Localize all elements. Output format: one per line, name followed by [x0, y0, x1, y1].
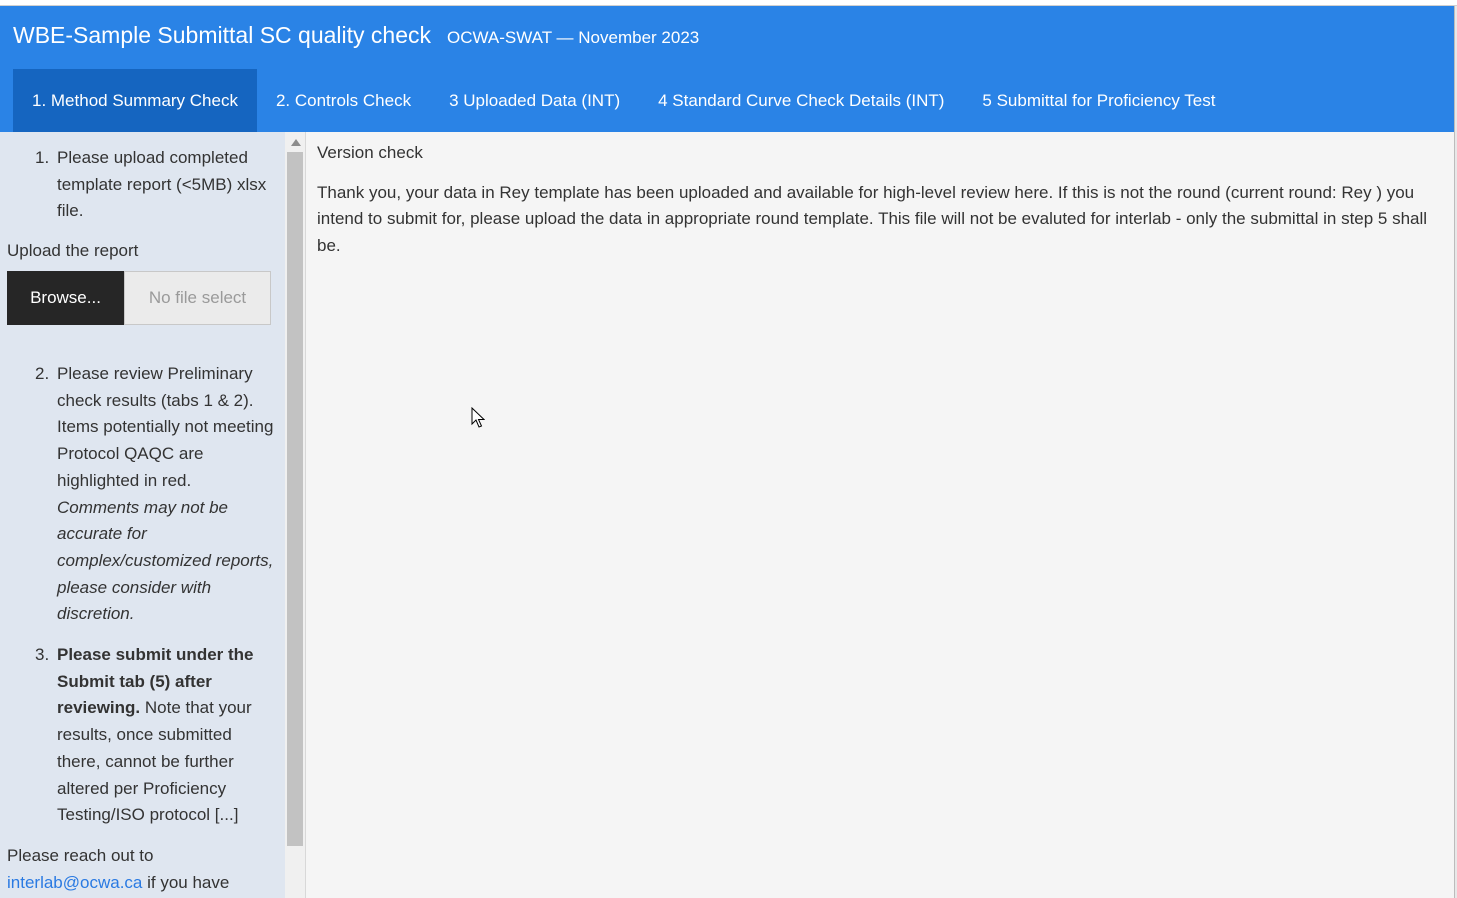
step-text: Please review Preliminary check results …: [57, 364, 274, 490]
scroll-up-arrow-icon[interactable]: [291, 139, 301, 146]
step-text: Please upload completed template report …: [57, 148, 267, 221]
upload-label: Upload the report: [7, 241, 139, 260]
app-subtitle: OCWA-SWAT — November 2023: [447, 28, 700, 47]
contact-email-link[interactable]: interlab@ocwa.ca: [7, 873, 142, 892]
file-input-group: Browse... No file select: [7, 271, 271, 325]
version-check-message: Thank you, your data in Rey template has…: [317, 182, 1428, 256]
instruction-step-2: 2. Please review Preliminary check resul…: [35, 361, 275, 628]
app-title: WBE-Sample Submittal SC quality check: [13, 22, 431, 48]
tab-bar: 1. Method Summary Check 2. Controls Chec…: [13, 69, 1234, 132]
step-number: 1.: [35, 148, 50, 167]
contact-note: Please reach out to interlab@ocwa.ca if …: [7, 843, 277, 896]
step-italic-note: Comments may not be accurate for complex…: [57, 497, 274, 624]
tab-method-summary-check[interactable]: 1. Method Summary Check: [13, 69, 257, 132]
sidebar-scrollbar[interactable]: [285, 132, 305, 898]
step-number: 2.: [35, 364, 50, 383]
navbar: WBE-Sample Submittal SC quality check OC…: [0, 6, 1454, 132]
navbar-brand: WBE-Sample Submittal SC quality check OC…: [13, 22, 699, 49]
file-name-field[interactable]: No file select: [124, 271, 271, 325]
sidebar-panel: 1. Please upload completed template repo…: [0, 132, 285, 898]
instruction-step-1: 1. Please upload completed template repo…: [35, 145, 275, 225]
main-panel-border: [305, 132, 306, 898]
version-check-heading: Version check: [317, 143, 423, 162]
scrollbar-thumb[interactable]: [287, 152, 303, 846]
tab-uploaded-data[interactable]: 3 Uploaded Data (INT): [430, 69, 639, 132]
main-panel: Version check Thank you, your data in Re…: [317, 140, 1451, 260]
mouse-pointer-icon: [471, 407, 485, 428]
contact-prefix: Please reach out to: [7, 846, 154, 865]
browse-button[interactable]: Browse...: [7, 271, 124, 325]
tab-controls-check[interactable]: 2. Controls Check: [257, 69, 430, 132]
tab-standard-curve-check[interactable]: 4 Standard Curve Check Details (INT): [639, 69, 963, 132]
tab-submittal-proficiency-test[interactable]: 5 Submittal for Proficiency Test: [963, 69, 1234, 132]
instruction-step-3: 3. Please submit under the Submit tab (5…: [35, 642, 275, 829]
contact-suffix: if you have: [142, 872, 230, 892]
step-number: 3.: [35, 645, 50, 664]
